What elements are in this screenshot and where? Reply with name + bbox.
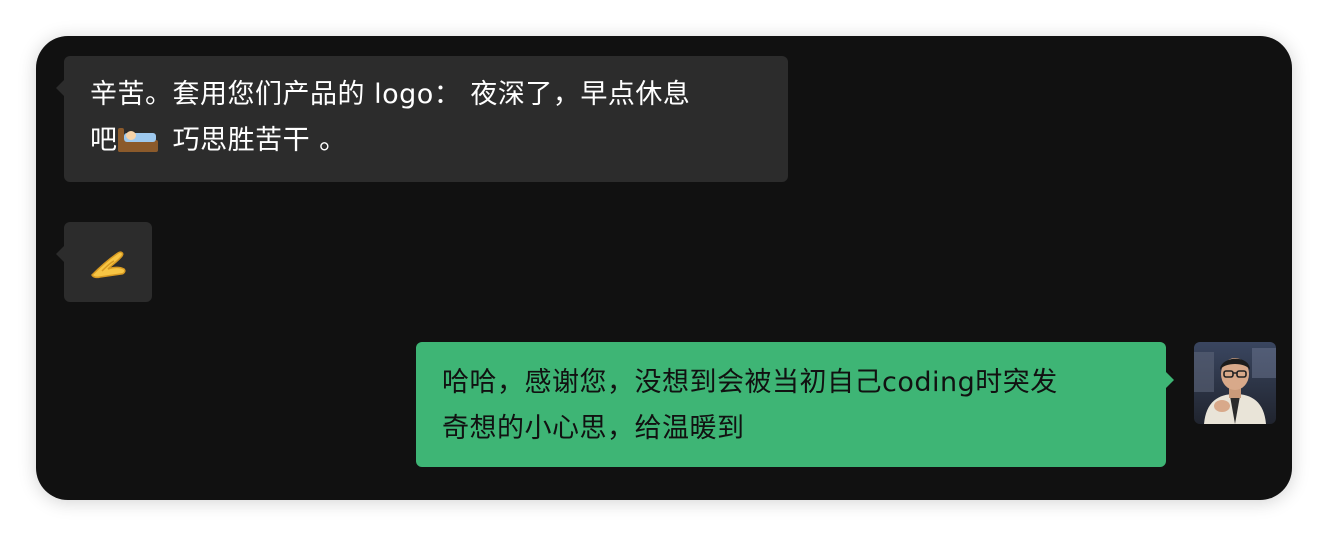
incoming-message-bubble[interactable] <box>56 222 152 302</box>
incoming-message-bubble[interactable]: 辛苦。套用您们产品的 logo： 夜深了，早点休息 吧 巧思胜苦干 。 <box>56 56 788 182</box>
user-avatar[interactable] <box>1194 342 1276 424</box>
outgoing-message-bubble[interactable]: 哈哈，感谢您，没想到会被当初自己coding时突发 奇想的小心思，给温暖到 <box>416 342 1174 467</box>
avatar-photo <box>1194 342 1276 424</box>
chat-window: 辛苦。套用您们产品的 logo： 夜深了，早点休息 吧 巧思胜苦干 。 哈哈，感… <box>36 36 1292 500</box>
message-text-line: 吧 巧思胜苦干 。 <box>90 118 766 164</box>
bubble-tail <box>56 80 64 96</box>
bubble-tail <box>1166 372 1174 388</box>
message-text-line: 辛苦。套用您们产品的 logo： 夜深了，早点休息 <box>90 79 691 110</box>
message-text: 巧思胜苦干 。 <box>163 125 347 156</box>
pinching-hand-icon <box>91 250 126 278</box>
message-text-line: 奇想的小心思，给温暖到 <box>442 413 745 444</box>
message-text: 吧 <box>90 125 118 156</box>
bed-icon <box>117 126 158 152</box>
bubble-tail <box>56 246 64 262</box>
message-text-line: 哈哈，感谢您，没想到会被当初自己coding时突发 <box>442 367 1058 398</box>
